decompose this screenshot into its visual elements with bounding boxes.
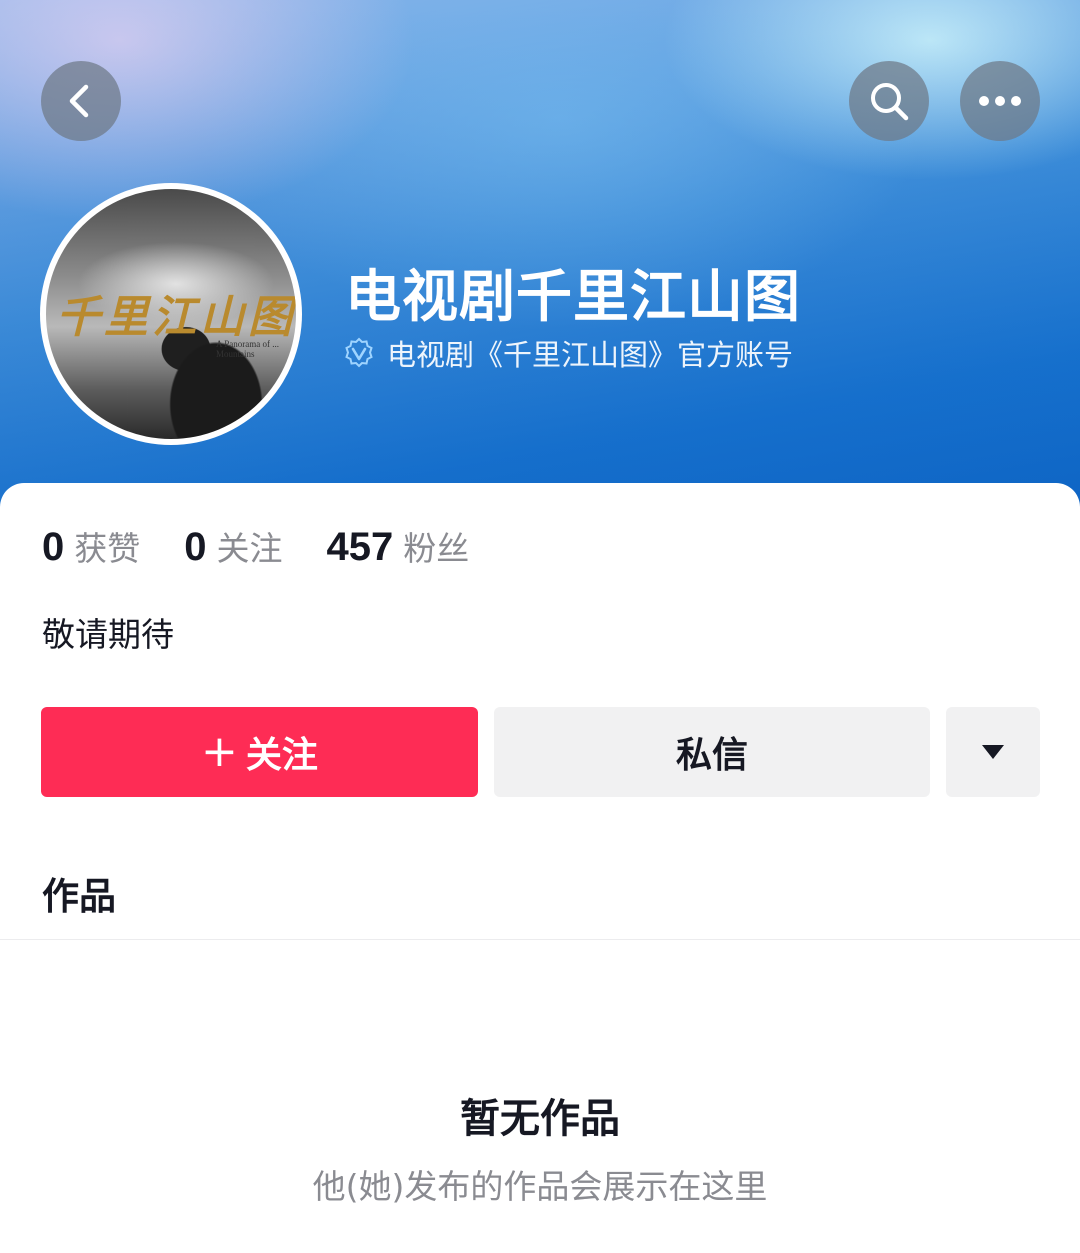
- avatar-poster-title: 千里江山图: [56, 292, 296, 343]
- stat-likes-value: 0: [42, 525, 65, 569]
- profile-name: 电视剧千里江山图: [345, 265, 801, 330]
- avatar-poster-subtitle: A Panorama of ... Mountains: [216, 339, 279, 359]
- stat-following-value: 0: [184, 525, 207, 569]
- avatar[interactable]: 千里江山图 A Panorama of ... Mountains: [40, 183, 302, 445]
- avatar-image: 千里江山图 A Panorama of ... Mountains: [46, 189, 296, 439]
- follow-button-label: 关注: [245, 735, 318, 776]
- tab-divider: [0, 939, 1080, 940]
- profile-bio: 敬请期待: [42, 615, 174, 654]
- ellipsis-icon: [979, 96, 1021, 106]
- stat-following-label: 关注: [216, 529, 283, 568]
- triangle-down-icon: [982, 745, 1004, 759]
- stat-likes-label: 获赞: [74, 529, 141, 568]
- empty-state-subtitle: 他(她)发布的作品会展示在这里: [312, 1167, 768, 1206]
- message-button[interactable]: 私信: [494, 707, 930, 797]
- more-actions-button[interactable]: [946, 707, 1040, 797]
- chevron-left-icon: [69, 84, 89, 118]
- tab-works[interactable]: 作品: [42, 866, 116, 920]
- stat-followers-label: 粉丝: [403, 529, 470, 568]
- stat-followers[interactable]: 457 粉丝: [327, 522, 470, 570]
- stat-following[interactable]: 0 关注: [184, 522, 282, 570]
- message-button-label: 私信: [675, 735, 748, 776]
- stat-followers-value: 457: [326, 525, 394, 569]
- search-button[interactable]: [849, 61, 929, 141]
- more-options-button[interactable]: [960, 61, 1040, 141]
- stat-likes[interactable]: 0 获赞: [42, 522, 140, 570]
- empty-state-title: 暂无作品: [460, 1096, 620, 1142]
- verification-row: 电视剧《千里江山图》官方账号: [343, 332, 793, 374]
- verification-text: 电视剧《千里江山图》官方账号: [387, 338, 794, 372]
- follow-button[interactable]: + 关注: [41, 707, 478, 797]
- verified-badge-icon: [345, 337, 373, 368]
- plus-icon: +: [201, 726, 238, 777]
- back-button[interactable]: [41, 61, 121, 141]
- search-icon: [871, 83, 909, 121]
- stats-row: 0 获赞 0 关注 457 粉丝: [42, 522, 513, 570]
